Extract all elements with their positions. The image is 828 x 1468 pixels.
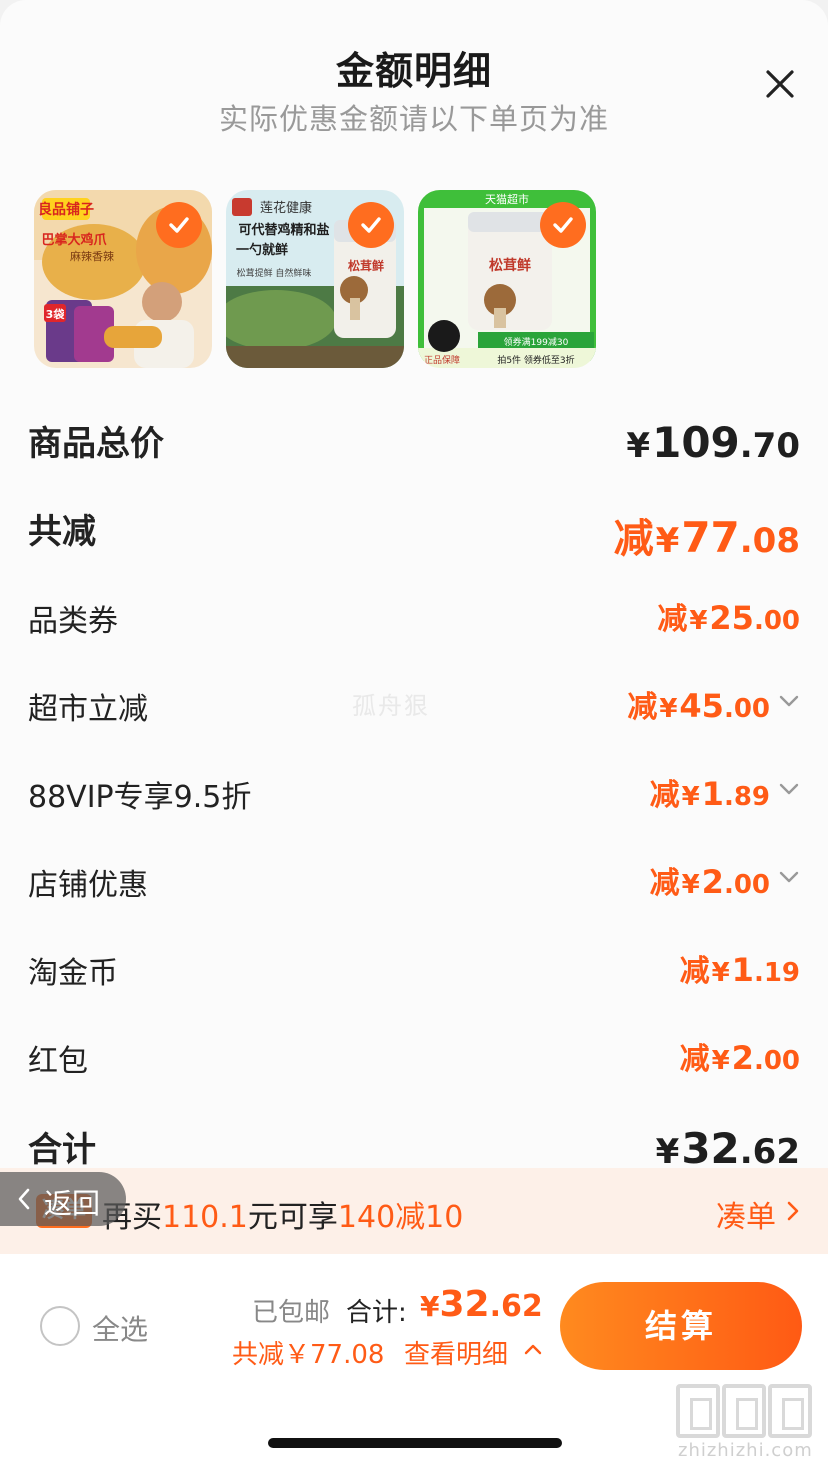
chevron-right-icon[interactable] [782, 1198, 804, 1224]
chevron-down-icon[interactable] [776, 864, 802, 890]
row-amount: 减 ¥2.00 [679, 1039, 800, 1077]
svg-text:拍5件 领券低至3折: 拍5件 领券低至3折 [497, 354, 574, 366]
svg-text:可代替鸡精和盐: 可代替鸡精和盐 [238, 222, 329, 238]
row-label: 品类券 [28, 604, 118, 639]
page-subtitle: 实际优惠金额请以下单页为准 [218, 102, 609, 136]
row-amount: 减 ¥2.00 [649, 863, 770, 901]
home-indicator[interactable] [268, 1438, 562, 1448]
row-label: 商品总价 [28, 424, 164, 464]
row-label: 共减 [28, 512, 96, 552]
row-category-coupon: 品类券 减 ¥25.00 [0, 590, 828, 640]
site-logo [676, 1384, 822, 1442]
selected-check-icon[interactable] [156, 202, 202, 248]
back-label: 返回 [44, 1187, 101, 1220]
row-total-discount: 共减 减 ¥77.08 [0, 502, 828, 562]
total-amount: ¥32.62 [420, 1284, 543, 1325]
svg-text:松茸鲜: 松茸鲜 [489, 257, 531, 274]
row-label: 88VIP专享9.5折 [28, 780, 252, 815]
row-amount: 减 ¥1.89 [649, 775, 770, 813]
chevron-down-icon[interactable] [776, 688, 802, 714]
view-details-link[interactable]: 查看明细 [404, 1334, 508, 1371]
row-taobao-coins: 淘金币 减 ¥1.19 [0, 942, 828, 992]
chevron-left-icon [18, 1188, 30, 1210]
svg-text:莲花健康: 莲花健康 [260, 200, 312, 216]
svg-text:松茸鲜: 松茸鲜 [348, 258, 384, 273]
svg-text:领券满199减30: 领券满199减30 [504, 336, 569, 348]
svg-text:麻辣香辣: 麻辣香辣 [70, 249, 114, 263]
free-shipping-label: 已包邮 [252, 1298, 331, 1328]
promo-bar[interactable]: 凑单 再买110.1元可享140减10 凑单 [0, 1168, 828, 1254]
svg-text:良品铺子: 良品铺子 [38, 201, 94, 218]
saved-amount: 共减￥77.08 [232, 1340, 385, 1370]
product-thumbnail-1[interactable]: 良品铺子 巴掌大鸡爪 麻辣香辣 3袋 [34, 190, 212, 368]
row-goods-total: 商品总价 ¥109.70 [0, 414, 828, 467]
selected-check-icon[interactable] [348, 202, 394, 248]
row-88vip-discount[interactable]: 88VIP专享9.5折 减 ¥1.89 [0, 766, 828, 816]
page-title: 金额明细 [335, 49, 492, 93]
chevron-up-icon[interactable] [522, 1338, 544, 1360]
back-button[interactable]: 返回 [0, 1172, 126, 1226]
total-label: 合计: [346, 1298, 407, 1328]
svg-text:松茸提鲜 自然鲜味: 松茸提鲜 自然鲜味 [237, 267, 312, 279]
svg-text:天猫超市: 天猫超市 [485, 192, 529, 206]
svg-text:一勺就鲜: 一勺就鲜 [236, 242, 288, 258]
svg-text:3袋: 3袋 [46, 307, 66, 321]
row-amount: ¥109.70 [626, 418, 800, 467]
row-grand-total: 合计 ¥32.62 [0, 1120, 828, 1173]
row-amount: 减 ¥25.00 [657, 599, 800, 637]
select-all-label[interactable]: 全选 [92, 1308, 148, 1348]
promo-text: 再买110.1元可享140减10 [102, 1200, 464, 1235]
svg-text:巴掌大鸡爪: 巴掌大鸡爪 [41, 232, 107, 248]
row-amount: 减 ¥77.08 [613, 513, 800, 562]
row-label: 合计 [28, 1130, 96, 1170]
product-thumbnail-3[interactable]: 天猫超市 松茸鲜 领券满199减30 拍5件 领券低至3折 正品保障 [418, 190, 596, 368]
svg-text:正品保障: 正品保障 [424, 354, 460, 366]
chevron-down-icon[interactable] [776, 776, 802, 802]
row-label: 超市立减 [28, 692, 148, 727]
product-thumbnail-2[interactable]: 莲花健康 可代替鸡精和盐 一勺就鲜 松茸提鲜 自然鲜味 松茸鲜 [226, 190, 404, 368]
site-url: zhizhizhi.com [678, 1440, 813, 1461]
row-label: 红包 [28, 1044, 88, 1079]
row-amount: 减 ¥1.19 [679, 951, 800, 989]
row-red-packet: 红包 减 ¥2.00 [0, 1030, 828, 1080]
watermark-text: 孤舟狠 [352, 692, 430, 720]
select-all-radio[interactable] [40, 1306, 80, 1346]
selected-check-icon[interactable] [540, 202, 586, 248]
row-label: 淘金币 [28, 956, 118, 991]
add-items-link[interactable]: 凑单 [716, 1192, 776, 1236]
checkout-button[interactable]: 结算 [560, 1282, 802, 1370]
row-label: 店铺优惠 [28, 868, 148, 903]
row-amount: 减 ¥45.00 [627, 687, 770, 725]
row-shop-discount[interactable]: 店铺优惠 减 ¥2.00 [0, 854, 828, 904]
close-icon[interactable] [760, 64, 800, 104]
row-amount: ¥32.62 [655, 1124, 800, 1173]
